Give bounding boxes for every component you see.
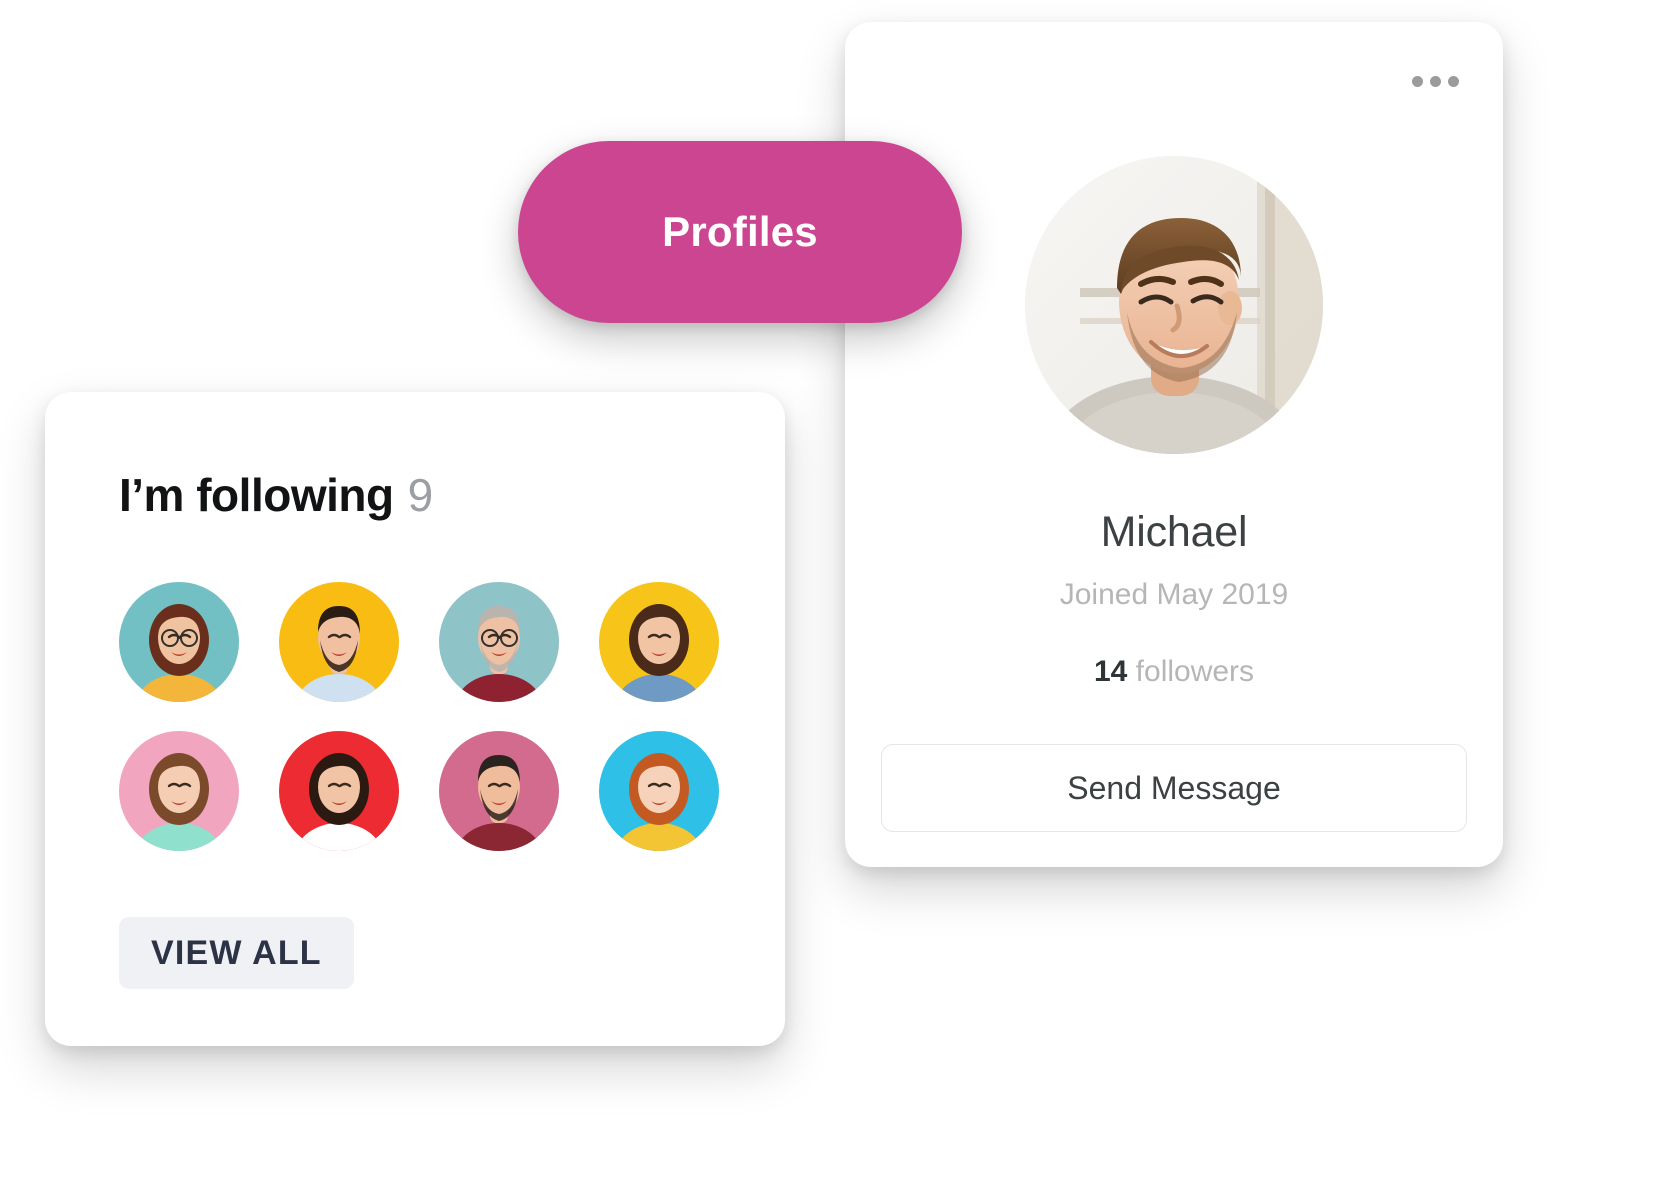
- avatar-6[interactable]: [279, 731, 399, 851]
- avatar-1[interactable]: [119, 582, 239, 702]
- screenshot-stage: Michael Joined May 2019 14 followers Sen…: [0, 0, 1674, 1200]
- profiles-pill-label: Profiles: [662, 208, 818, 255]
- avatar-7[interactable]: [439, 731, 559, 851]
- avatar-portrait: [119, 731, 239, 851]
- following-title: I’m following 9: [119, 468, 433, 522]
- following-title-text: I’m following: [119, 469, 394, 521]
- avatar-8[interactable]: [599, 731, 719, 851]
- following-count: 9: [407, 469, 434, 521]
- avatar-3[interactable]: [439, 582, 559, 702]
- send-message-button[interactable]: Send Message: [881, 744, 1467, 832]
- joined-date: Joined May 2019: [1059, 578, 1289, 611]
- profile-card: Michael Joined May 2019 14 followers Sen…: [845, 22, 1503, 867]
- dot: [1412, 76, 1423, 87]
- avatar-portrait: [599, 731, 719, 851]
- avatar-2[interactable]: [279, 582, 399, 702]
- dot: [1448, 76, 1459, 87]
- avatar-portrait: [279, 582, 399, 702]
- avatar-4[interactable]: [599, 582, 719, 702]
- page-title: Michael: [1100, 508, 1248, 556]
- avatar-portrait: [439, 582, 559, 702]
- view-all-button[interactable]: VIEW ALL: [119, 917, 354, 989]
- followers-count: 14 followers: [845, 655, 1503, 689]
- avatar: [1025, 156, 1323, 454]
- avatar-portrait: [599, 582, 719, 702]
- michael-photo: [1025, 156, 1323, 454]
- avatar-5[interactable]: [119, 731, 239, 851]
- followers-number: 14: [1093, 655, 1128, 688]
- avatar-portrait: [119, 582, 239, 702]
- following-card: I’m following 9 VIEW ALL: [45, 392, 785, 1046]
- avatar-portrait: [279, 731, 399, 851]
- avatar-portrait: [439, 731, 559, 851]
- profiles-pill-badge[interactable]: Profiles: [518, 141, 962, 323]
- followers-label: followers: [1135, 655, 1255, 688]
- more-horizontal-icon[interactable]: [1406, 70, 1465, 93]
- avatar-grid: [119, 582, 719, 851]
- dot: [1430, 76, 1441, 87]
